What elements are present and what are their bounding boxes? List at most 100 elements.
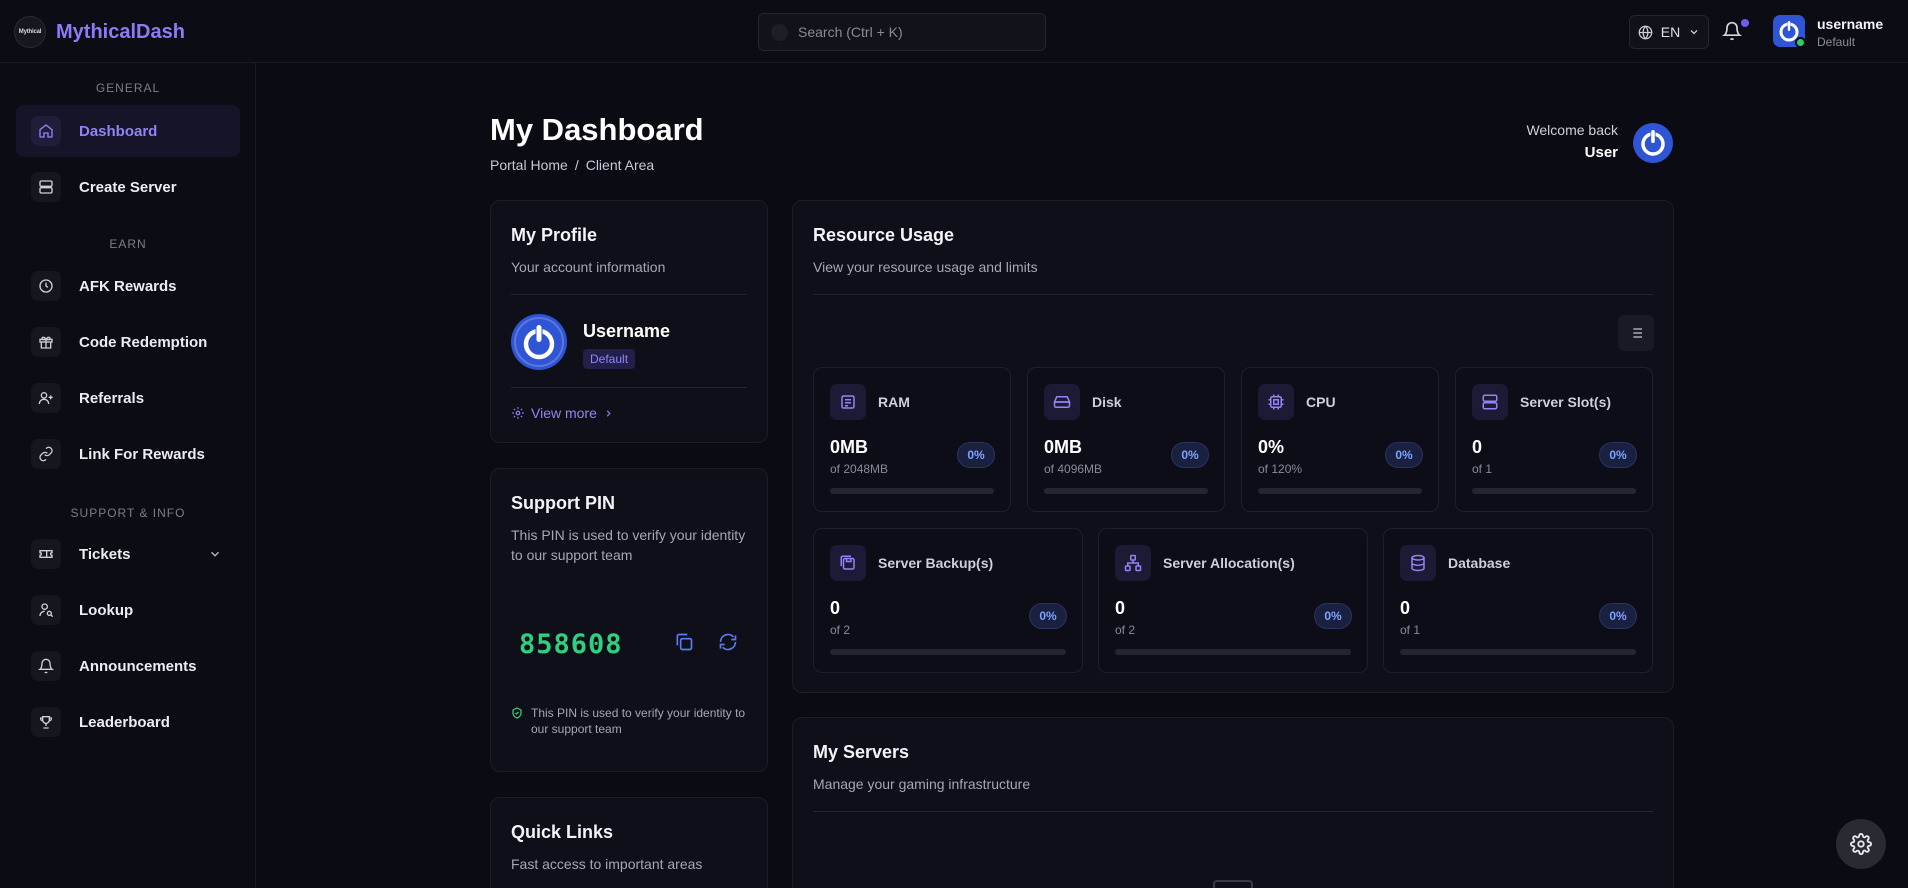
network-icon (1115, 545, 1151, 581)
quick-links-title: Quick Links (511, 822, 614, 842)
stat-percent-badge: 0% (1599, 442, 1637, 468)
sidebar-item-referrals[interactable]: Referrals (16, 372, 240, 424)
stat-percent-badge: 0% (1029, 603, 1067, 629)
stat-limit: of 1 (1472, 462, 1493, 476)
bell-icon (1722, 21, 1742, 41)
sidebar-item-code-redemption[interactable]: Code Redemption (16, 316, 240, 368)
profile-card: My Profile Your account information User… (490, 200, 768, 443)
stat-progress-bar (1044, 488, 1208, 494)
globe-icon (1638, 25, 1653, 39)
stat-limit: of 2048MB (830, 462, 889, 476)
divider (511, 387, 747, 388)
section-label-support: SUPPORT & INFO (70, 506, 186, 520)
stat-percent-badge: 0% (1171, 442, 1209, 468)
stat-progress-bar (1400, 649, 1636, 655)
stat-limit: of 120% (1258, 462, 1303, 476)
view-more-link[interactable]: View more (511, 405, 614, 421)
link-icon (31, 439, 61, 469)
regenerate-pin-button[interactable] (718, 632, 738, 652)
stat-label: CPU (1306, 394, 1336, 410)
stat-label: Database (1448, 555, 1511, 571)
server-icon (31, 172, 61, 202)
section-label-general: GENERAL (95, 81, 161, 95)
stat-card-database: Database 0 of 1 0% (1383, 528, 1653, 673)
user-search-icon (31, 595, 61, 625)
stat-value: 0% (1258, 437, 1285, 457)
profile-subtitle: Your account information (511, 259, 666, 275)
stat-label: Disk (1092, 394, 1122, 410)
notifications-button[interactable] (1722, 20, 1742, 42)
sidebar-item-dashboard[interactable]: Dashboard (16, 105, 240, 157)
stat-card-server-slots: Server Slot(s) 0 of 1 0% (1455, 367, 1653, 512)
sidebar-item-label: Referrals (79, 389, 145, 407)
user-menu[interactable]: username Default (1817, 16, 1883, 49)
search-box[interactable] (758, 13, 1046, 51)
support-pin-code: 858608 (519, 629, 623, 660)
divider (813, 811, 1653, 812)
brand[interactable]: Mythical MythicalDash (14, 16, 185, 48)
welcome-avatar (1633, 123, 1673, 163)
stat-progress-bar (1472, 488, 1636, 494)
search-input[interactable] (798, 24, 1018, 40)
divider (813, 294, 1653, 295)
chevron-down-icon (1690, 30, 1698, 35)
stat-value: 0 (1400, 598, 1411, 618)
breadcrumb-portal-home[interactable]: Portal Home (490, 157, 568, 173)
sidebar-item-lookup[interactable]: Lookup (16, 584, 240, 636)
sidebar-item-label: Lookup (79, 601, 134, 619)
stat-limit: of 4096MB (1044, 462, 1103, 476)
search-icon (771, 23, 788, 41)
sidebar-item-leaderboard[interactable]: Leaderboard (16, 696, 240, 748)
sidebar-item-tickets[interactable]: Tickets (16, 528, 240, 580)
stat-card-server-backups: Server Backup(s) 0 of 2 0% (813, 528, 1083, 673)
profile-role-badge: Default (583, 349, 636, 369)
sidebar-item-announcements[interactable]: Announcements (16, 640, 240, 692)
refresh-icon (719, 633, 737, 651)
profile-avatar (511, 314, 567, 370)
sidebar-item-label: Link For Rewards (79, 445, 205, 463)
sidebar-item-afk-rewards[interactable]: AFK Rewards (16, 260, 240, 312)
view-toggle-button[interactable] (1618, 315, 1654, 351)
copy-pin-button[interactable] (674, 632, 694, 652)
resource-usage-title: Resource Usage (813, 225, 955, 245)
list-icon (1630, 328, 1642, 338)
welcome-label: Welcome back (1526, 122, 1618, 138)
stat-percent-badge: 0% (1314, 603, 1352, 629)
my-servers-title: My Servers (813, 742, 910, 762)
my-servers-card: My Servers Manage your gaming infrastruc… (792, 717, 1674, 888)
sidebar-item-create-server[interactable]: Create Server (16, 161, 240, 213)
my-servers-subtitle: Manage your gaming infrastructure (813, 776, 1031, 792)
resource-usage-subtitle: View your resource usage and limits (813, 259, 1038, 275)
server-icon (1472, 384, 1508, 420)
stat-percent-badge: 0% (957, 442, 995, 468)
user-plus-icon (31, 383, 61, 413)
settings-button[interactable] (1836, 819, 1886, 869)
stat-percent-badge: 0% (1385, 442, 1423, 468)
database-icon (1400, 545, 1436, 581)
profile-title: My Profile (511, 225, 598, 245)
stat-card-disk: Disk 0MB of 4096MB 0% (1027, 367, 1225, 512)
language-selector[interactable]: EN (1629, 15, 1709, 49)
online-status-dot (1795, 37, 1806, 48)
stat-limit: of 2 (1115, 623, 1136, 637)
stat-value: 0 (1115, 598, 1126, 618)
stat-progress-bar (1258, 488, 1422, 494)
save-icon (830, 545, 866, 581)
top-bar: Mythical MythicalDash EN username Defaul… (0, 0, 1908, 63)
stat-percent-badge: 0% (1599, 603, 1637, 629)
ticket-icon (31, 539, 61, 569)
stat-label: RAM (878, 394, 910, 410)
home-icon (31, 116, 61, 146)
header-username: username (1817, 16, 1884, 32)
breadcrumb-client-area[interactable]: Client Area (586, 157, 654, 173)
support-pin-note: This PIN is used to verify your identity… (511, 705, 756, 737)
stat-card-server-allocations: Server Allocation(s) 0 of 2 0% (1098, 528, 1368, 673)
stat-card-cpu: CPU 0% of 120% 0% (1241, 367, 1439, 512)
sidebar-item-link-for-rewards[interactable]: Link For Rewards (16, 428, 240, 480)
chevron-right-icon (606, 409, 611, 417)
trophy-icon (31, 707, 61, 737)
sidebar: GENERAL Dashboard Create Server EARN AFK… (0, 63, 256, 888)
power-logo-icon (511, 314, 567, 370)
stat-label: Server Backup(s) (878, 555, 994, 571)
memory-icon (830, 384, 866, 420)
